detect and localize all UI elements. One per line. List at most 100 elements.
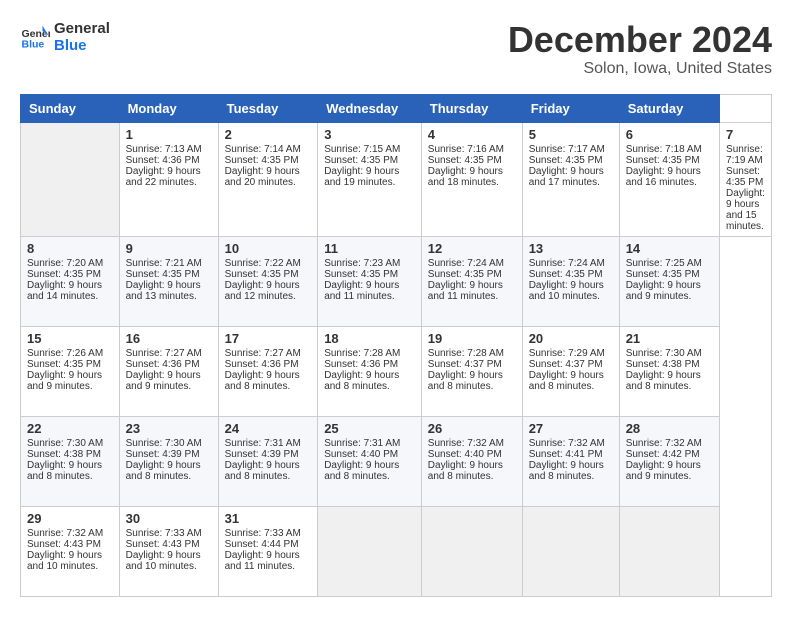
daylight-text: Daylight: 9 hours and 18 minutes. xyxy=(428,166,503,188)
calendar-week-3: 22Sunrise: 7:30 AMSunset: 4:38 PMDayligh… xyxy=(21,416,772,506)
day-number: 30 xyxy=(126,511,212,526)
sunrise-text: Sunrise: 7:15 AM xyxy=(324,144,400,155)
daylight-text: Daylight: 9 hours and 17 minutes. xyxy=(529,166,604,188)
sunset-text: Sunset: 4:40 PM xyxy=(428,449,502,460)
sunrise-text: Sunrise: 7:24 AM xyxy=(529,258,605,269)
sunset-text: Sunset: 4:35 PM xyxy=(428,269,502,280)
sunrise-text: Sunrise: 7:31 AM xyxy=(324,438,400,449)
day-number: 27 xyxy=(529,421,613,436)
sunrise-text: Sunrise: 7:33 AM xyxy=(225,528,301,539)
calendar-week-0: 1Sunrise: 7:13 AMSunset: 4:36 PMDaylight… xyxy=(21,122,772,236)
day-number: 29 xyxy=(27,511,113,526)
calendar-cell xyxy=(318,506,422,596)
weekday-header-wednesday: Wednesday xyxy=(318,94,422,122)
sunset-text: Sunset: 4:36 PM xyxy=(126,155,200,166)
sunset-text: Sunset: 4:35 PM xyxy=(324,155,398,166)
day-number: 9 xyxy=(126,241,212,256)
calendar-cell: 20Sunrise: 7:29 AMSunset: 4:37 PMDayligh… xyxy=(522,326,619,416)
sunrise-text: Sunrise: 7:22 AM xyxy=(225,258,301,269)
calendar-cell: 26Sunrise: 7:32 AMSunset: 4:40 PMDayligh… xyxy=(421,416,522,506)
calendar-week-2: 15Sunrise: 7:26 AMSunset: 4:35 PMDayligh… xyxy=(21,326,772,416)
calendar-cell: 21Sunrise: 7:30 AMSunset: 4:38 PMDayligh… xyxy=(619,326,719,416)
sunrise-text: Sunrise: 7:17 AM xyxy=(529,144,605,155)
header: General Blue General Blue December 2024 … xyxy=(20,20,772,78)
title-area: December 2024 Solon, Iowa, United States xyxy=(508,20,772,78)
daylight-text: Daylight: 9 hours and 12 minutes. xyxy=(225,280,300,302)
day-number: 28 xyxy=(626,421,713,436)
day-number: 8 xyxy=(27,241,113,256)
daylight-text: Daylight: 9 hours and 19 minutes. xyxy=(324,166,399,188)
calendar-cell: 3Sunrise: 7:15 AMSunset: 4:35 PMDaylight… xyxy=(318,122,422,236)
day-number: 13 xyxy=(529,241,613,256)
sunset-text: Sunset: 4:35 PM xyxy=(225,155,299,166)
daylight-text: Daylight: 9 hours and 10 minutes. xyxy=(529,280,604,302)
calendar-cell: 4Sunrise: 7:16 AMSunset: 4:35 PMDaylight… xyxy=(421,122,522,236)
day-number: 31 xyxy=(225,511,312,526)
daylight-text: Daylight: 9 hours and 16 minutes. xyxy=(626,166,701,188)
daylight-text: Daylight: 9 hours and 14 minutes. xyxy=(27,280,102,302)
calendar-cell: 31Sunrise: 7:33 AMSunset: 4:44 PMDayligh… xyxy=(218,506,318,596)
calendar-cell xyxy=(522,506,619,596)
svg-text:Blue: Blue xyxy=(22,39,45,51)
daylight-text: Daylight: 9 hours and 8 minutes. xyxy=(126,460,201,482)
sunrise-text: Sunrise: 7:23 AM xyxy=(324,258,400,269)
sunrise-text: Sunrise: 7:21 AM xyxy=(126,258,202,269)
day-number: 4 xyxy=(428,127,516,142)
sunrise-text: Sunrise: 7:32 AM xyxy=(428,438,504,449)
calendar-cell: 12Sunrise: 7:24 AMSunset: 4:35 PMDayligh… xyxy=(421,236,522,326)
calendar-cell: 10Sunrise: 7:22 AMSunset: 4:35 PMDayligh… xyxy=(218,236,318,326)
daylight-text: Daylight: 9 hours and 8 minutes. xyxy=(324,460,399,482)
sunset-text: Sunset: 4:35 PM xyxy=(529,155,603,166)
calendar-title: December 2024 xyxy=(508,20,772,60)
weekday-header-thursday: Thursday xyxy=(421,94,522,122)
day-number: 18 xyxy=(324,331,415,346)
logo-icon: General Blue xyxy=(20,22,50,52)
sunset-text: Sunset: 4:38 PM xyxy=(27,449,101,460)
daylight-text: Daylight: 9 hours and 8 minutes. xyxy=(225,460,300,482)
daylight-text: Daylight: 9 hours and 8 minutes. xyxy=(626,370,701,392)
sunrise-text: Sunrise: 7:28 AM xyxy=(428,348,504,359)
day-number: 14 xyxy=(626,241,713,256)
sunset-text: Sunset: 4:36 PM xyxy=(324,359,398,370)
calendar-cell: 24Sunrise: 7:31 AMSunset: 4:39 PMDayligh… xyxy=(218,416,318,506)
daylight-text: Daylight: 9 hours and 9 minutes. xyxy=(126,370,201,392)
calendar-cell: 1Sunrise: 7:13 AMSunset: 4:36 PMDaylight… xyxy=(119,122,218,236)
calendar-cell: 11Sunrise: 7:23 AMSunset: 4:35 PMDayligh… xyxy=(318,236,422,326)
day-number: 5 xyxy=(529,127,613,142)
calendar-subtitle: Solon, Iowa, United States xyxy=(508,60,772,78)
weekday-header-saturday: Saturday xyxy=(619,94,719,122)
daylight-text: Daylight: 9 hours and 11 minutes. xyxy=(324,280,399,302)
sunset-text: Sunset: 4:35 PM xyxy=(324,269,398,280)
calendar-cell xyxy=(421,506,522,596)
weekday-header-sunday: Sunday xyxy=(21,94,120,122)
day-number: 26 xyxy=(428,421,516,436)
sunrise-text: Sunrise: 7:32 AM xyxy=(529,438,605,449)
sunrise-text: Sunrise: 7:24 AM xyxy=(428,258,504,269)
sunset-text: Sunset: 4:43 PM xyxy=(126,539,200,550)
calendar-cell xyxy=(619,506,719,596)
day-number: 22 xyxy=(27,421,113,436)
daylight-text: Daylight: 9 hours and 9 minutes. xyxy=(626,280,701,302)
sunrise-text: Sunrise: 7:14 AM xyxy=(225,144,301,155)
weekday-header-tuesday: Tuesday xyxy=(218,94,318,122)
calendar-cell: 27Sunrise: 7:32 AMSunset: 4:41 PMDayligh… xyxy=(522,416,619,506)
day-number: 17 xyxy=(225,331,312,346)
weekday-header-row: SundayMondayTuesdayWednesdayThursdayFrid… xyxy=(21,94,772,122)
sunrise-text: Sunrise: 7:33 AM xyxy=(126,528,202,539)
sunset-text: Sunset: 4:41 PM xyxy=(529,449,603,460)
daylight-text: Daylight: 9 hours and 22 minutes. xyxy=(126,166,201,188)
sunset-text: Sunset: 4:36 PM xyxy=(225,359,299,370)
calendar-cell: 22Sunrise: 7:30 AMSunset: 4:38 PMDayligh… xyxy=(21,416,120,506)
logo-general: General xyxy=(54,20,110,37)
logo: General Blue General Blue xyxy=(20,20,110,54)
calendar-table: SundayMondayTuesdayWednesdayThursdayFrid… xyxy=(20,94,772,597)
sunset-text: Sunset: 4:35 PM xyxy=(27,269,101,280)
daylight-text: Daylight: 9 hours and 10 minutes. xyxy=(27,550,102,572)
sunrise-text: Sunrise: 7:32 AM xyxy=(626,438,702,449)
sunset-text: Sunset: 4:39 PM xyxy=(126,449,200,460)
sunrise-text: Sunrise: 7:30 AM xyxy=(626,348,702,359)
sunrise-text: Sunrise: 7:27 AM xyxy=(225,348,301,359)
sunset-text: Sunset: 4:44 PM xyxy=(225,539,299,550)
calendar-header: SundayMondayTuesdayWednesdayThursdayFrid… xyxy=(21,94,772,122)
sunset-text: Sunset: 4:37 PM xyxy=(428,359,502,370)
